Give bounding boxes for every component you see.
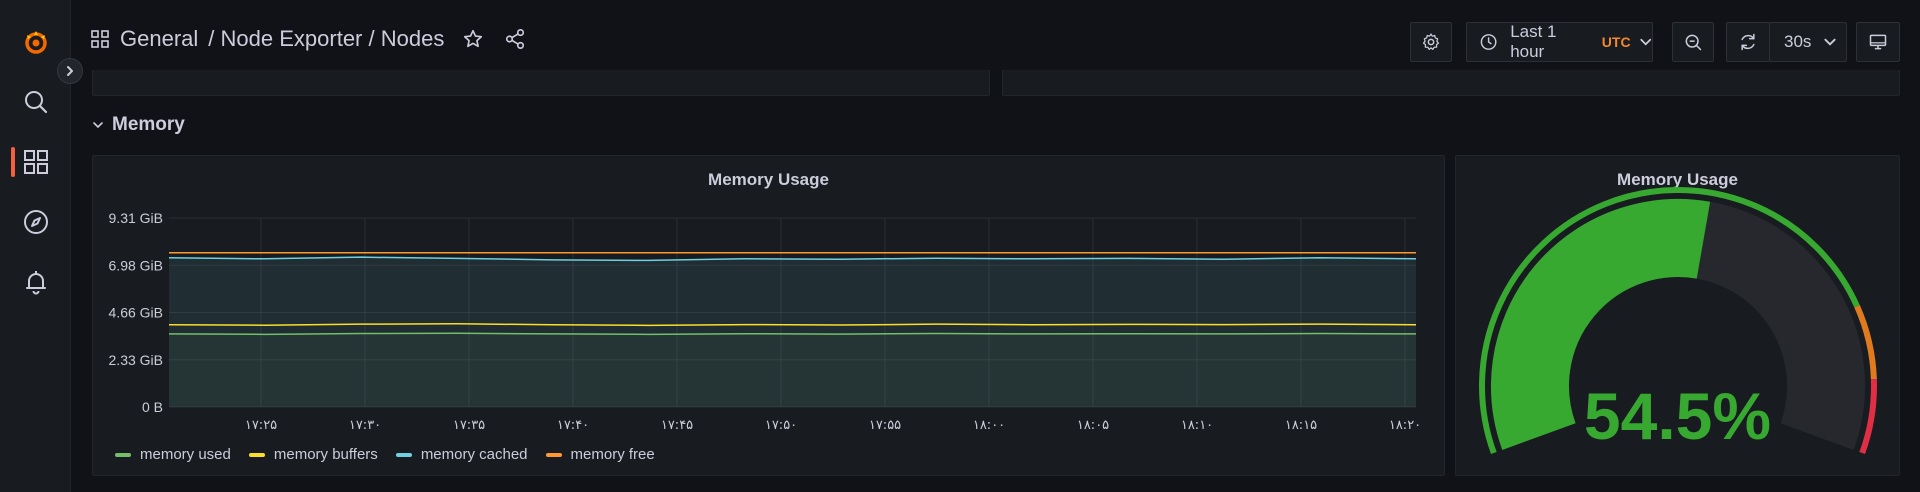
x-tick-label: ۱۷:۲۵ xyxy=(245,418,277,433)
x-tick-label: ۱۷:۳۵ xyxy=(453,418,485,433)
breadcrumb-folder[interactable]: Node Exporter xyxy=(221,26,363,51)
explore-nav-item[interactable] xyxy=(0,198,71,246)
dashboards-grid-icon xyxy=(91,30,109,48)
legend-item[interactable]: memory free xyxy=(545,446,655,463)
legend-item[interactable]: memory cached xyxy=(395,446,528,463)
grafana-logo-icon xyxy=(24,31,47,54)
legend-label: memory used xyxy=(140,446,231,463)
gear-icon xyxy=(1422,33,1440,50)
dashboard-settings-button[interactable] xyxy=(1410,22,1452,62)
refresh-interval-label: 30s xyxy=(1784,32,1812,51)
legend-swatch xyxy=(395,452,412,457)
legend-swatch xyxy=(248,452,265,457)
gauge-value: 54.5% xyxy=(1583,379,1772,453)
monitor-icon xyxy=(1869,34,1887,50)
x-tick-label: ۱۷:۵۰ xyxy=(765,418,797,433)
grafana-logo[interactable] xyxy=(0,18,71,66)
x-tick-label: ۱۸:۰۰ xyxy=(973,418,1005,433)
previous-panel xyxy=(1002,70,1900,96)
search-nav-item[interactable] xyxy=(0,78,71,126)
y-tick-label: 9.31 GiB xyxy=(109,210,163,226)
timezone-label: UTC xyxy=(1601,34,1631,50)
clock-icon xyxy=(1480,34,1497,50)
row-header-memory[interactable]: Memory xyxy=(92,114,185,136)
legend-item[interactable]: memory buffers xyxy=(248,446,378,463)
series-line-memory-used[interactable] xyxy=(168,332,1417,336)
refresh-button[interactable] xyxy=(1726,22,1770,62)
breadcrumb: General / Node Exporter / Nodes xyxy=(90,26,526,52)
legend-label: memory free xyxy=(570,446,655,463)
x-tick-label: ۱۷:۴۰ xyxy=(557,418,589,433)
star-icon[interactable] xyxy=(462,28,484,50)
x-tick-label: ۱۷:۴۵ xyxy=(661,418,693,433)
dashboards-grid-icon xyxy=(23,150,48,174)
memory-usage-timeseries-panel[interactable]: Memory Usage 0 B 2.33 GiB 4.66 GiB 6.98 GiB… xyxy=(92,155,1445,476)
time-range-picker[interactable]: Last 1 hour UTC xyxy=(1466,22,1653,62)
y-tick-label: 2.33 GiB xyxy=(109,352,163,368)
row-title: Memory xyxy=(112,114,185,135)
chevron-down-icon xyxy=(93,122,103,129)
legend-label: memory cached xyxy=(420,446,528,463)
share-icon[interactable] xyxy=(504,28,526,50)
legend-item[interactable]: memory used xyxy=(115,446,231,463)
x-tick-label: ۱۸:۱۵ xyxy=(1285,418,1317,433)
x-tick-label: ۱۷:۳۰ xyxy=(349,418,381,433)
compass-icon xyxy=(23,210,48,234)
zoom-out-icon xyxy=(1685,34,1702,51)
series-area xyxy=(169,333,1416,407)
zoom-out-button[interactable] xyxy=(1672,22,1714,62)
breadcrumb-separator: / xyxy=(368,26,375,51)
memory-usage-chart: 0 B 2.33 GiB 4.66 GiB 6.98 GiB 9.31 GiB ۱۷:۲۵… xyxy=(109,210,1422,433)
dashboard-title[interactable]: Nodes xyxy=(381,26,445,51)
time-range-label: Last 1 hour xyxy=(1510,22,1557,61)
refresh-interval-picker[interactable]: 30s xyxy=(1769,22,1847,62)
bell-icon xyxy=(25,271,46,295)
dashboards-nav-item[interactable] xyxy=(0,138,71,186)
x-tick-label: ۱۸:۱۰ xyxy=(1181,418,1213,433)
x-tick-label: ۱۷:۵۵ xyxy=(869,418,901,433)
previous-panel xyxy=(92,70,990,96)
search-icon xyxy=(24,91,47,114)
chevron-right-icon xyxy=(67,66,73,76)
refresh-icon xyxy=(1741,33,1755,51)
expand-sidebar-button[interactable] xyxy=(57,58,83,84)
x-tick-label: ۱۸:۰۵ xyxy=(1077,418,1109,433)
alerting-nav-item[interactable] xyxy=(0,258,71,306)
chart-legend: memory used memory buffers memory cached me… xyxy=(115,446,655,463)
view-mode-button[interactable] xyxy=(1856,22,1900,62)
legend-swatch xyxy=(115,452,131,457)
chevron-down-icon xyxy=(1824,38,1837,46)
y-tick-label: 6.98 GiB xyxy=(109,257,163,273)
legend-swatch xyxy=(545,452,562,457)
breadcrumb-root[interactable]: General xyxy=(120,26,198,52)
chevron-down-icon xyxy=(1639,38,1651,46)
breadcrumb-separator: / xyxy=(208,26,215,51)
legend-label: memory buffers xyxy=(273,446,378,463)
x-tick-label: ۱۸:۲۰ xyxy=(1389,418,1421,433)
y-tick-label: 4.66 GiB xyxy=(109,305,163,321)
y-tick-label: 0 B xyxy=(142,399,163,415)
